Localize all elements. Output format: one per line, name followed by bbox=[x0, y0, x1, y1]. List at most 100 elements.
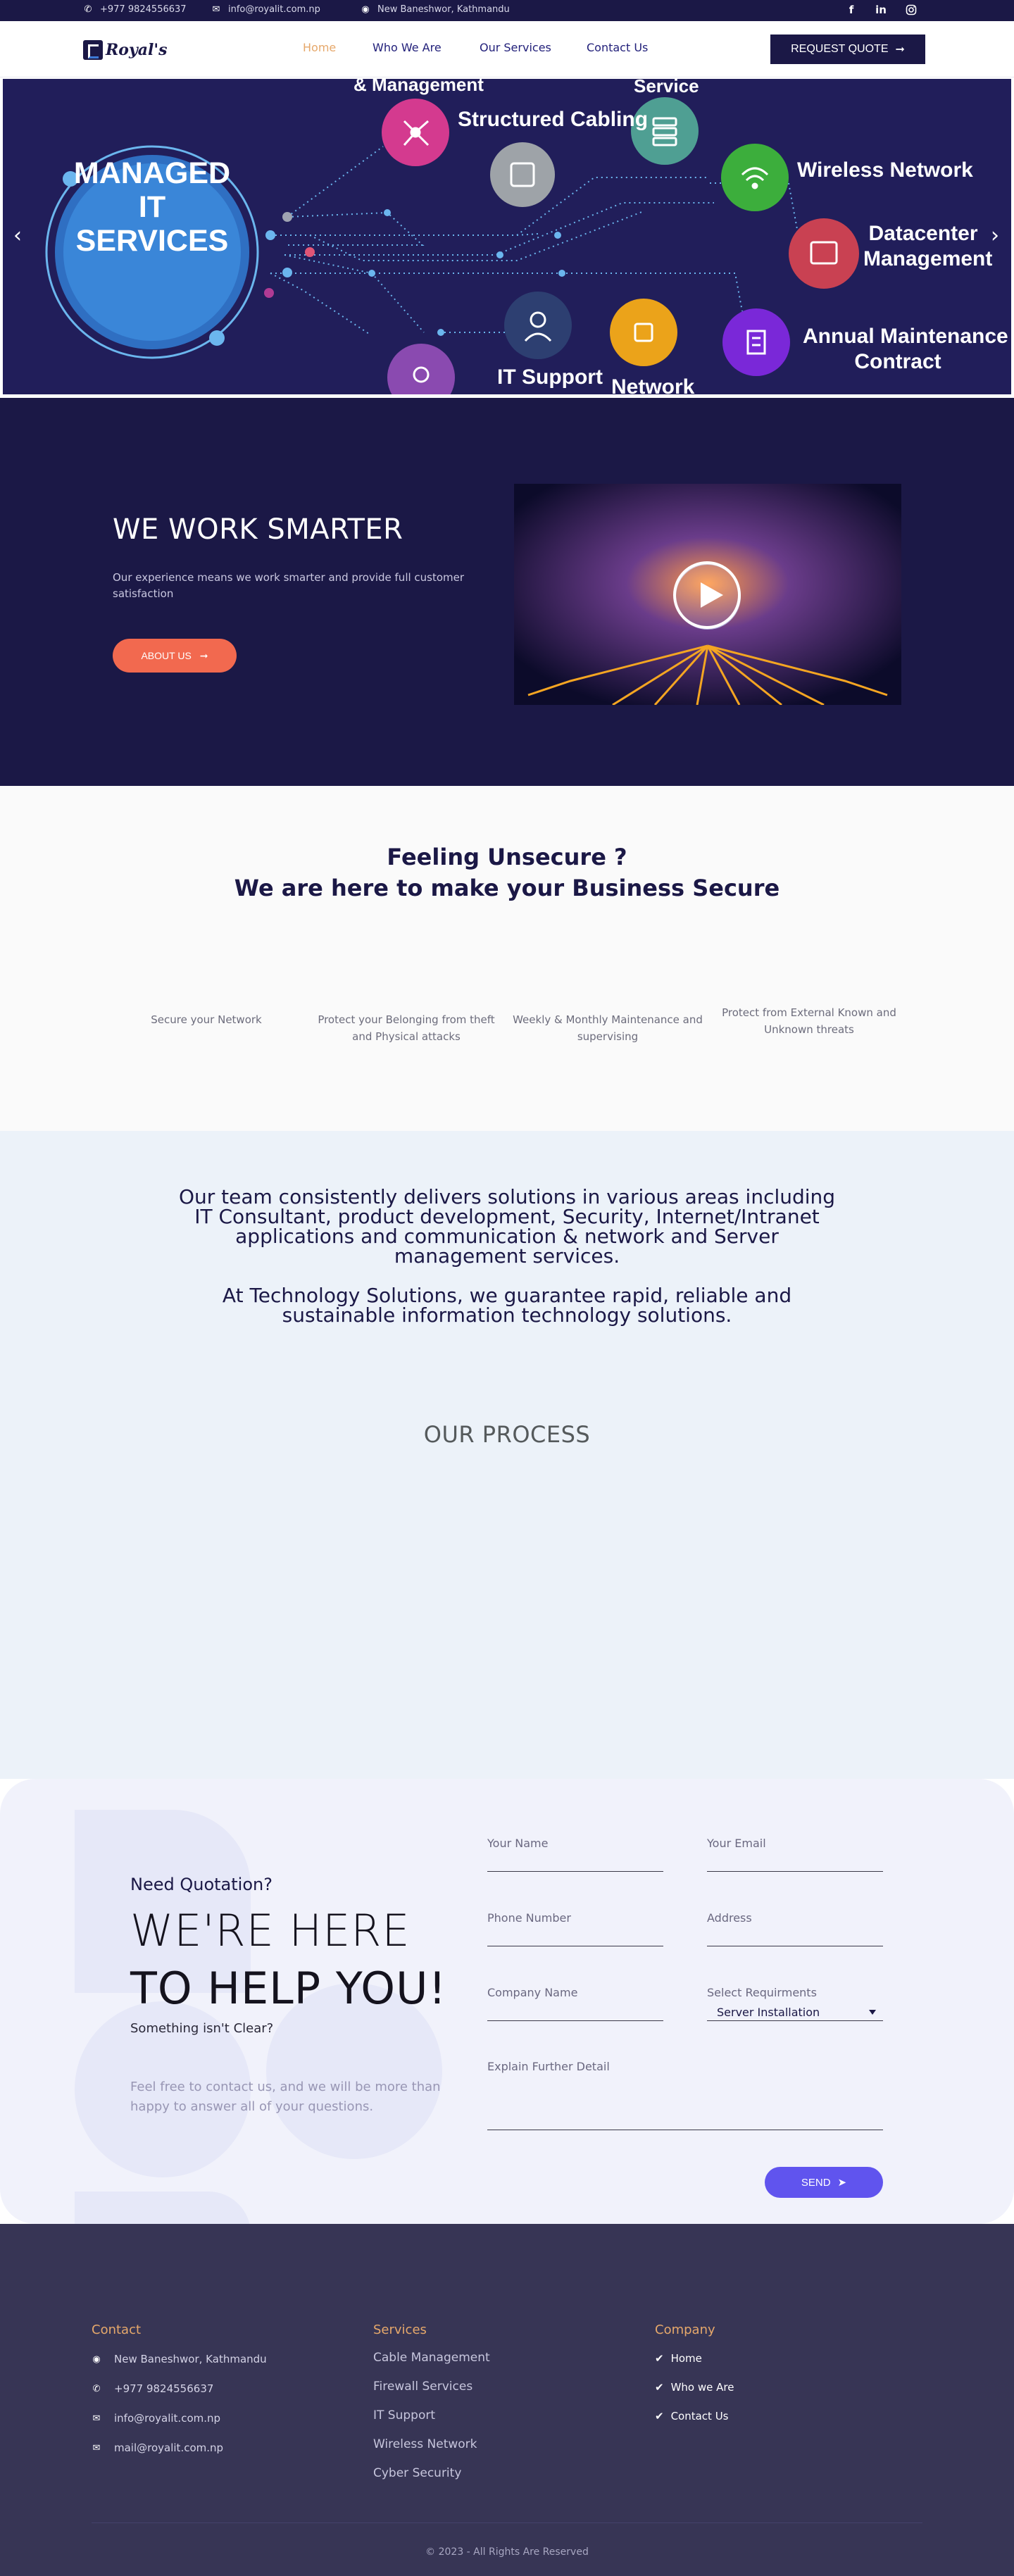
contact-description: Feel free to contact us, and we will be … bbox=[130, 2080, 441, 2114]
phone-number-field[interactable]: Phone Number bbox=[487, 1911, 663, 1946]
footer-link-home-label: Home bbox=[670, 2352, 702, 2365]
footer-email-mail-text: mail@royalit.com.np bbox=[114, 2441, 224, 2454]
nav-contact-us[interactable]: Contact Us bbox=[587, 41, 648, 54]
site-footer: Contact ◉ New Baneshwor, Kathmandu ✆ +97… bbox=[0, 2224, 1014, 2576]
phone-number-label: Phone Number bbox=[487, 1911, 571, 1925]
footer-divider bbox=[92, 2522, 922, 2523]
phone-icon: ✆ bbox=[84, 4, 92, 15]
requirements-selected-value: Server Installation bbox=[717, 2006, 820, 2019]
requirements-select[interactable]: Select Requirments Server Installation bbox=[707, 1986, 883, 2021]
envelope-icon: ✉ bbox=[92, 2442, 101, 2453]
managed-line1: MANAGED bbox=[73, 156, 231, 190]
hero-label-wireless-network: Wireless Network bbox=[797, 158, 973, 182]
phone-icon: ✆ bbox=[92, 2383, 101, 2394]
solutions-paragraph-1: Our team consistently delivers solutions… bbox=[178, 1185, 836, 1268]
check-icon: ✔ bbox=[655, 2352, 664, 2365]
footer-service-it-support[interactable]: IT Support bbox=[373, 2408, 435, 2422]
your-name-field[interactable]: Your Name bbox=[487, 1837, 663, 1872]
headline-line1: WE'RE HERE bbox=[130, 1905, 411, 1956]
decor-shape bbox=[75, 2192, 251, 2224]
send-button[interactable]: SEND ➤ bbox=[765, 2167, 883, 2198]
company-name-field[interactable]: Company Name bbox=[487, 1986, 663, 2021]
your-name-label: Your Name bbox=[487, 1837, 549, 1850]
hero-label-annual-maintenance: Annual Maintenance Contract bbox=[803, 324, 1008, 375]
nav-our-services[interactable]: Our Services bbox=[480, 41, 551, 54]
logo-text: Royal's bbox=[106, 41, 168, 59]
solutions-section: Our team consistently delivers solutions… bbox=[0, 1131, 1014, 1779]
footer-email-info[interactable]: ✉ info@royalit.com.np bbox=[92, 2412, 221, 2425]
your-email-label: Your Email bbox=[707, 1837, 766, 1850]
solutions-paragraph-2: At Technology Solutions, we guarantee ra… bbox=[222, 1284, 792, 1327]
datacenter-line2: Management bbox=[863, 247, 993, 270]
topbar-email-text: info@royalit.com.np bbox=[228, 4, 320, 15]
hero-label-it-support: IT Support bbox=[497, 365, 603, 389]
send-label: SEND bbox=[801, 2176, 831, 2189]
footer-address: ◉ New Baneshwor, Kathmandu bbox=[92, 2353, 267, 2365]
details-textarea[interactable]: Explain Further Detail bbox=[487, 2060, 883, 2130]
topbar-email[interactable]: ✉ info@royalit.com.np bbox=[211, 4, 320, 15]
facebook-icon[interactable]: f bbox=[844, 3, 858, 17]
topbar-location: ◉ New Baneshwor, Kathmandu bbox=[361, 4, 510, 15]
copyright-label: 2023 - All Rights Are Reserved bbox=[438, 2546, 589, 2558]
footer-service-cable-management[interactable]: Cable Management bbox=[373, 2351, 490, 2365]
instagram-icon[interactable] bbox=[904, 3, 918, 17]
about-us-button[interactable]: ABOUT US ➞ bbox=[113, 639, 237, 673]
footer-company-title: Company bbox=[655, 2322, 715, 2337]
feature-maintenance: Weekly & Monthly Maintenance and supervi… bbox=[513, 1013, 703, 1043]
footer-email-mail[interactable]: ✉ mail@royalit.com.np bbox=[92, 2441, 224, 2454]
details-label: Explain Further Detail bbox=[487, 2060, 610, 2073]
feature-threat-protection: Protect from External Known and Unknown … bbox=[722, 1006, 896, 1036]
security-section: Feeling Unsecure ? We are here to make y… bbox=[0, 786, 1014, 1131]
footer-phone-text: +977 9824556637 bbox=[114, 2382, 214, 2395]
linkedin-icon[interactable]: in bbox=[874, 3, 888, 17]
request-quote-button[interactable]: REQUEST QUOTE ➞ bbox=[770, 35, 925, 64]
nav-home[interactable]: Home bbox=[303, 41, 336, 54]
topbar-phone[interactable]: ✆ +977 9824556637 bbox=[83, 4, 187, 15]
envelope-icon: ✉ bbox=[92, 2413, 101, 2424]
managed-line2: IT SERVICES bbox=[75, 190, 229, 258]
arrow-right-icon: ➞ bbox=[895, 44, 905, 56]
footer-link-home[interactable]: ✔ Home bbox=[655, 2352, 702, 2365]
security-title-line2: We are here to make your Business Secure bbox=[234, 875, 780, 901]
about-us-label: ABOUT US bbox=[141, 650, 192, 661]
play-icon[interactable] bbox=[673, 561, 741, 629]
slider-next-icon[interactable]: › bbox=[984, 225, 1006, 246]
hero-label-datacenter: Datacenter Management bbox=[863, 221, 992, 272]
nav-who-we-are[interactable]: Who We Are bbox=[373, 41, 442, 54]
footer-phone[interactable]: ✆ +977 9824556637 bbox=[92, 2382, 214, 2395]
managed-it-services-title: MANAGED IT SERVICES bbox=[61, 156, 244, 258]
map-marker-icon: ◉ bbox=[361, 4, 370, 15]
company-name-label: Company Name bbox=[487, 1986, 578, 1999]
footer-link-who-we-are[interactable]: ✔ Who we Are bbox=[655, 2381, 734, 2394]
check-icon: ✔ bbox=[655, 2381, 664, 2394]
footer-services-title: Services bbox=[373, 2322, 427, 2337]
topbar-location-text: New Baneshwor, Kathmandu bbox=[377, 4, 510, 15]
our-process-title: OUR PROCESS bbox=[423, 1421, 591, 1448]
site-logo[interactable]: Royal's bbox=[83, 37, 167, 63]
envelope-icon: ✉ bbox=[212, 4, 220, 15]
footer-service-firewall[interactable]: Firewall Services bbox=[373, 2380, 472, 2394]
footer-service-wireless-network[interactable]: Wireless Network bbox=[373, 2437, 477, 2451]
topbar-phone-text: +977 9824556637 bbox=[100, 4, 187, 15]
hero-slider: MANAGED IT SERVICES & Management Service… bbox=[0, 77, 1014, 398]
footer-service-cyber-security[interactable]: Cyber Security bbox=[373, 2466, 461, 2480]
work-smarter-title: WE WORK SMARTER bbox=[113, 513, 403, 546]
security-title-line1: Feeling Unsecure ? bbox=[387, 844, 627, 870]
address-field[interactable]: Address bbox=[707, 1911, 883, 1946]
amc-line2: Contract bbox=[854, 350, 941, 373]
logo-mark-icon bbox=[83, 40, 103, 60]
footer-link-contact-us[interactable]: ✔ Contact Us bbox=[655, 2410, 729, 2422]
hero-label-network: Network bbox=[611, 375, 695, 394]
slider-prev-icon[interactable]: ‹ bbox=[7, 225, 28, 246]
top-info-bar: ✆ +977 9824556637 ✉ info@royalit.com.np … bbox=[0, 0, 1014, 21]
footer-email-info-text: info@royalit.com.np bbox=[114, 2412, 221, 2425]
footer-address-text: New Baneshwor, Kathmandu bbox=[114, 2353, 267, 2365]
hero-label-service: Service bbox=[634, 79, 699, 96]
feature-protect-belonging: Protect your Belonging from theft and Ph… bbox=[318, 1013, 495, 1043]
footer-contact-title: Contact bbox=[92, 2322, 142, 2337]
chevron-down-icon bbox=[869, 2010, 876, 2015]
intro-video[interactable] bbox=[514, 484, 901, 705]
work-smarter-section: WE WORK SMARTER Our experience means we … bbox=[0, 398, 1014, 786]
request-quote-label: REQUEST QUOTE bbox=[791, 43, 889, 55]
your-email-field[interactable]: Your Email bbox=[707, 1837, 883, 1872]
